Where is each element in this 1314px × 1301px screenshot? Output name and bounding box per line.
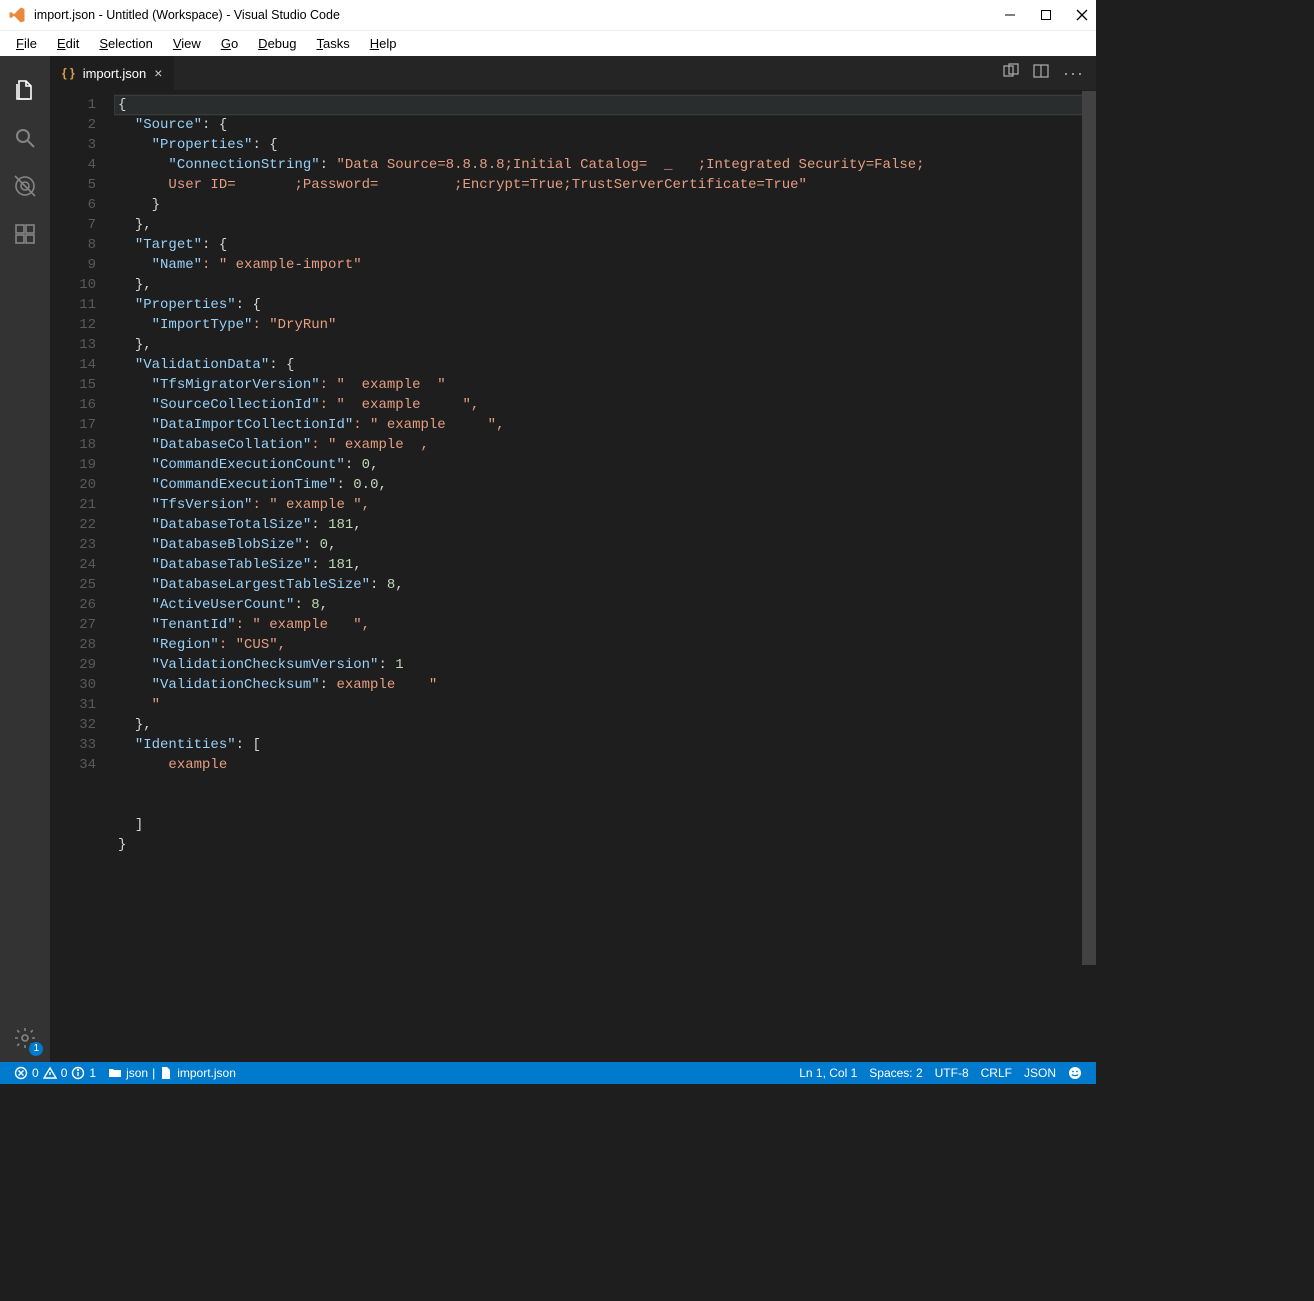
status-encoding[interactable]: UTF-8 — [929, 1062, 975, 1084]
menu-debug[interactable]: Debug — [250, 34, 304, 53]
window-title: import.json - Untitled (Workspace) - Vis… — [34, 8, 1004, 22]
menubar: File Edit Selection View Go Debug Tasks … — [0, 30, 1096, 56]
scrollbar-thumb[interactable] — [1082, 91, 1096, 965]
tab-close-icon[interactable]: × — [154, 65, 162, 81]
tab-import-json[interactable]: { } import.json × — [50, 56, 175, 90]
status-language[interactable]: JSON — [1018, 1062, 1062, 1084]
activity-extensions-icon[interactable] — [1, 210, 49, 258]
window-minimize-button[interactable] — [1004, 9, 1016, 21]
titlebar: import.json - Untitled (Workspace) - Vis… — [0, 0, 1096, 30]
vertical-scrollbar[interactable] — [1082, 91, 1096, 1062]
code-editor[interactable]: 1234567891011121314151617181920212223242… — [50, 91, 1096, 1062]
file-icon — [159, 1066, 173, 1081]
activity-settings-icon[interactable]: 1 — [1, 1014, 49, 1062]
menu-go[interactable]: Go — [213, 34, 246, 53]
status-feedback-icon[interactable] — [1062, 1062, 1088, 1084]
json-file-icon: { } — [62, 66, 75, 80]
menu-file[interactable]: File — [8, 34, 45, 53]
more-actions-icon[interactable]: ··· — [1063, 68, 1084, 78]
status-eol[interactable]: CRLF — [975, 1062, 1018, 1084]
activity-debug-icon[interactable] — [1, 162, 49, 210]
window-maximize-button[interactable] — [1040, 9, 1052, 21]
compare-changes-icon[interactable] — [1003, 63, 1019, 84]
window-close-button[interactable] — [1076, 9, 1088, 21]
vscode-logo-icon — [8, 6, 26, 24]
split-editor-icon[interactable] — [1033, 63, 1049, 84]
activity-explorer-icon[interactable] — [1, 66, 49, 114]
info-icon — [71, 1066, 85, 1081]
menu-view[interactable]: View — [165, 34, 209, 53]
menu-selection[interactable]: Selection — [91, 34, 160, 53]
warning-icon — [43, 1066, 57, 1081]
status-problems[interactable]: 0 0 1 — [8, 1062, 102, 1084]
menu-help[interactable]: Help — [362, 34, 405, 53]
activity-bar: 1 — [0, 56, 50, 1062]
status-cursor-position[interactable]: Ln 1, Col 1 — [793, 1062, 863, 1084]
folder-icon — [108, 1066, 122, 1081]
settings-badge: 1 — [29, 1042, 43, 1056]
activity-search-icon[interactable] — [1, 114, 49, 162]
status-bar: 0 0 1 json | import.json Ln 1, Col 1 Spa… — [0, 1062, 1096, 1084]
status-breadcrumb[interactable]: json | import.json — [102, 1062, 242, 1084]
status-indentation[interactable]: Spaces: 2 — [863, 1062, 928, 1084]
error-icon — [14, 1066, 28, 1081]
tab-filename: import.json — [83, 66, 147, 81]
code-content[interactable]: { "Source": { "Properties": { "Connectio… — [114, 91, 1096, 1062]
menu-edit[interactable]: Edit — [49, 34, 87, 53]
menu-tasks[interactable]: Tasks — [308, 34, 357, 53]
tab-bar: { } import.json × ··· — [50, 56, 1096, 91]
line-number-gutter: 1234567891011121314151617181920212223242… — [50, 91, 114, 1062]
